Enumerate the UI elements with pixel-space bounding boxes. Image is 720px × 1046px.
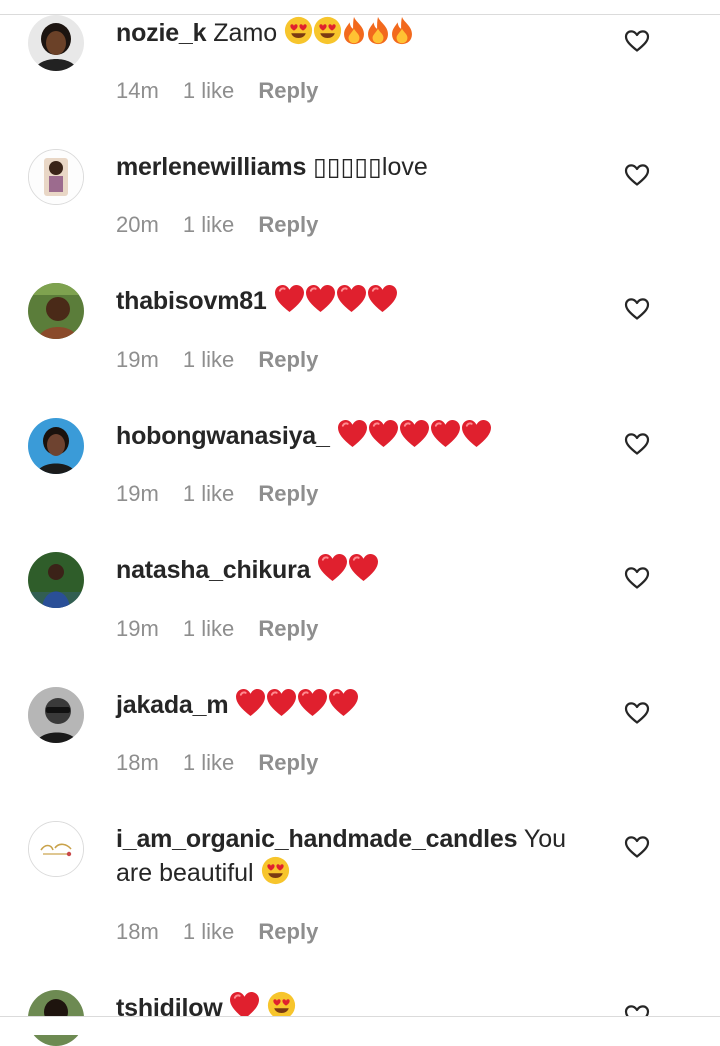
- reply-button[interactable]: Reply: [258, 481, 318, 506]
- reply-button[interactable]: Reply: [258, 616, 318, 641]
- reply-button[interactable]: Reply: [258, 212, 318, 237]
- timestamp: 19m: [116, 481, 159, 506]
- like-count[interactable]: 1 like: [183, 347, 234, 372]
- red-heart-emoji: [430, 419, 461, 448]
- heart-outline-icon[interactable]: [624, 701, 650, 725]
- comment-meta: 18m 1 like Reply: [116, 749, 336, 777]
- reply-button[interactable]: Reply: [258, 347, 318, 372]
- heart-outline-icon[interactable]: [624, 566, 650, 590]
- username[interactable]: i_am_organic_handmade_candles: [116, 825, 518, 853]
- timestamp: 20m: [116, 212, 159, 237]
- username[interactable]: thabisovm81: [116, 287, 267, 315]
- red-heart-emoji: [461, 419, 492, 448]
- red-heart-emoji: [328, 688, 359, 717]
- comment-meta: 14m 1 like Reply: [116, 77, 336, 105]
- avatar[interactable]: [28, 821, 84, 877]
- timestamp: 18m: [116, 750, 159, 775]
- avatar[interactable]: [28, 418, 84, 474]
- comment-meta: 19m 1 like Reply: [116, 480, 336, 508]
- comment-body: Zamo: [213, 19, 278, 47]
- username[interactable]: merlenewilliams: [116, 153, 306, 181]
- red-heart-emoji: [337, 419, 368, 448]
- avatar[interactable]: [28, 552, 84, 608]
- red-heart-emoji: [317, 553, 348, 582]
- username[interactable]: jakada_m: [116, 691, 229, 719]
- red-heart-emoji: [336, 284, 367, 313]
- bottom-divider: [0, 1016, 720, 1035]
- username[interactable]: natasha_chikura: [116, 556, 311, 584]
- red-heart-emoji: [305, 284, 336, 313]
- like-count[interactable]: 1 like: [183, 750, 234, 775]
- comment-meta: 18m 1 like Reply: [116, 918, 336, 946]
- red-heart-emoji: [367, 284, 398, 313]
- username[interactable]: nozie_k: [116, 19, 207, 47]
- avatar[interactable]: [28, 283, 84, 339]
- like-count[interactable]: 1 like: [183, 616, 234, 641]
- heart-outline-icon[interactable]: [624, 432, 650, 456]
- timestamp: 19m: [116, 347, 159, 372]
- timestamp: 18m: [116, 919, 159, 944]
- fire-emoji: [390, 16, 414, 45]
- comment-text: thabisovm81: [116, 284, 596, 318]
- avatar[interactable]: [28, 687, 84, 743]
- timestamp: 19m: [116, 616, 159, 641]
- red-heart-emoji: [274, 284, 305, 313]
- heart-eyes-emoji: [284, 16, 313, 45]
- comment-text: i_am_organic_handmade_candles You are be…: [116, 822, 596, 890]
- comments-list: nozie_k Zamo 14m 1 like Reply merlenewil…: [0, 0, 720, 1046]
- red-heart-emoji: [348, 553, 379, 582]
- red-heart-emoji: [399, 419, 430, 448]
- comment-meta: 19m 1 like Reply: [116, 346, 336, 374]
- reply-button[interactable]: Reply: [258, 750, 318, 775]
- avatar[interactable]: [28, 15, 84, 71]
- reply-button[interactable]: Reply: [258, 78, 318, 103]
- red-heart-emoji: [368, 419, 399, 448]
- heart-outline-icon[interactable]: [624, 297, 650, 321]
- red-heart-emoji: [266, 688, 297, 717]
- heart-outline-icon[interactable]: [624, 29, 650, 53]
- comment-text: nozie_k Zamo: [116, 16, 596, 50]
- comment-text: natasha_chikura: [116, 553, 596, 587]
- fire-emoji: [342, 16, 366, 45]
- comment-meta: 19m 1 like Reply: [116, 615, 336, 643]
- timestamp: 14m: [116, 78, 159, 103]
- fire-emoji: [366, 16, 390, 45]
- comment-text: hobongwanasiya_: [116, 419, 596, 453]
- avatar[interactable]: [28, 149, 84, 205]
- heart-eyes-emoji: [313, 16, 342, 45]
- like-count[interactable]: 1 like: [183, 481, 234, 506]
- red-heart-emoji: [297, 688, 328, 717]
- comment-meta: 20m 1 like Reply: [116, 211, 336, 239]
- heart-outline-icon[interactable]: [624, 163, 650, 187]
- like-count[interactable]: 1 like: [183, 212, 234, 237]
- like-count[interactable]: 1 like: [183, 78, 234, 103]
- heart-eyes-emoji: [261, 856, 290, 885]
- reply-button[interactable]: Reply: [258, 919, 318, 944]
- comment-body: ▯▯▯▯▯love: [313, 153, 428, 181]
- red-heart-emoji: [235, 688, 266, 717]
- comment-text: merlenewilliams ▯▯▯▯▯love: [116, 150, 596, 184]
- username[interactable]: hobongwanasiya_: [116, 422, 330, 450]
- comment-text: jakada_m: [116, 688, 596, 722]
- like-count[interactable]: 1 like: [183, 919, 234, 944]
- heart-outline-icon[interactable]: [624, 835, 650, 859]
